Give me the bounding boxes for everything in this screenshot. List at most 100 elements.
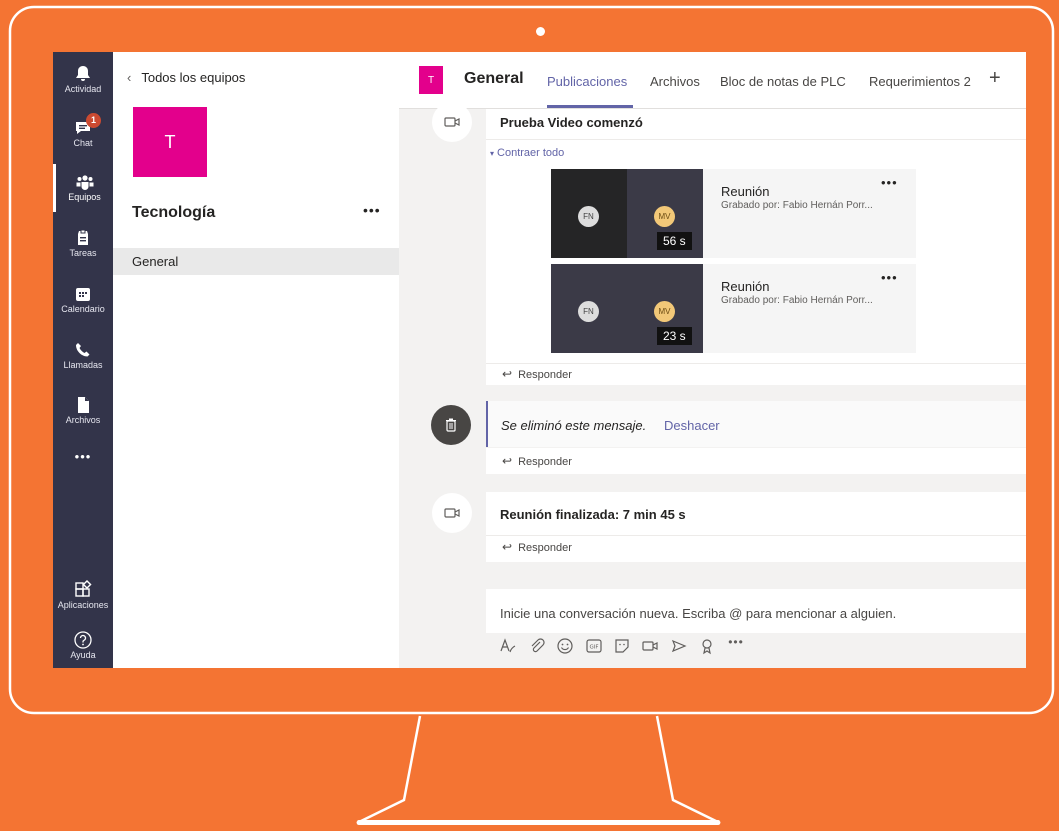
rail-item-archivos[interactable]: Archivos <box>53 387 113 435</box>
rail-label: Archivos <box>65 415 101 425</box>
avatar: FN <box>578 206 599 227</box>
trash-icon-badge <box>431 405 471 445</box>
duration-badge: 56 s <box>657 232 692 250</box>
tasks-icon <box>78 229 88 245</box>
channel-title: General <box>464 70 524 87</box>
rail-item-tareas[interactable]: Tareas <box>53 220 113 268</box>
rail-item-equipos[interactable]: Equipos <box>53 164 113 212</box>
video-camera-icon <box>444 508 460 518</box>
rail-label: Equipos <box>68 192 101 202</box>
chat-badge: 1 <box>86 113 101 128</box>
channel-item-general[interactable]: General <box>113 248 399 275</box>
reply-label: Responder <box>518 456 572 468</box>
gif-icon[interactable]: GIF <box>585 637 603 655</box>
caret-down-icon: ▾ <box>490 149 495 158</box>
trash-icon <box>446 418 456 432</box>
rail-item-chat[interactable]: 1 Chat <box>53 110 113 158</box>
deleted-message: Se eliminó este mensaje. Deshacer <box>486 401 1026 447</box>
team-panel: ‹ Todos los equipos T Tecnología ••• Gene… <box>113 52 399 668</box>
team-more-options-button[interactable]: ••• <box>363 202 381 218</box>
phone-icon <box>76 343 90 357</box>
more-icon: ••• <box>74 449 92 464</box>
reply-button[interactable]: ↩ Responder <box>502 540 572 554</box>
compose-box[interactable]: Inicie una conversación nueva. Escriba @… <box>486 589 1026 633</box>
attach-icon[interactable] <box>528 637 546 655</box>
recording-title: Reunión <box>721 279 770 294</box>
video-call-icon-badge <box>432 493 472 533</box>
rail-more-button[interactable]: ••• <box>53 445 113 475</box>
rail-label: Actividad <box>64 84 102 94</box>
reply-arrow-icon: ↩ <box>502 454 513 468</box>
add-tab-button[interactable]: + <box>989 67 1001 90</box>
teams-icon <box>76 175 93 190</box>
meet-now-icon[interactable] <box>641 637 659 655</box>
channel-header: T General Publicaciones Archivos Bloc de… <box>399 52 1026 109</box>
help-icon <box>74 631 92 649</box>
rail-label: Llamadas <box>63 360 103 370</box>
monitor-illustration: Actividad 1 Chat Equipos Tareas Calendar… <box>0 0 1059 831</box>
video-call-icon-badge <box>432 102 472 142</box>
bell-icon <box>76 66 90 81</box>
team-name: Tecnología <box>132 204 216 221</box>
reply-label: Responder <box>518 369 572 381</box>
rail-label: Ayuda <box>70 650 96 660</box>
rail-label: Calendario <box>61 304 105 314</box>
rail-item-aplicaciones[interactable]: Aplicaciones <box>53 572 113 620</box>
svg-text:GIF: GIF <box>589 645 598 651</box>
compose-more-button[interactable]: ••• <box>724 635 748 653</box>
reply-arrow-icon: ↩ <box>502 367 513 381</box>
undo-link[interactable]: Deshacer <box>664 418 720 433</box>
recording-card[interactable]: FN MV 56 s Reunión Grabado por: Fabio He… <box>551 169 916 258</box>
video-started-title: Prueba Video comenzó <box>500 115 643 130</box>
sticker-icon[interactable] <box>613 637 631 655</box>
reply-button[interactable]: ↩ Responder <box>502 367 572 381</box>
recording-card[interactable]: FN MV 23 s Reunión Grabado por: Fabio He… <box>551 264 916 353</box>
duration-badge: 23 s <box>657 327 692 345</box>
format-icon[interactable] <box>499 637 517 655</box>
collapse-label: Contraer todo <box>497 147 565 159</box>
recording-more-button[interactable]: ••• <box>881 175 898 190</box>
emoji-icon[interactable] <box>556 637 574 655</box>
rail-item-actividad[interactable]: Actividad <box>53 56 113 104</box>
send-icon[interactable] <box>670 637 688 655</box>
meeting-ended-title: Reunión finalizada: 7 min 45 s <box>500 507 686 522</box>
channel-avatar: T <box>419 66 443 94</box>
recording-title: Reunión <box>721 184 770 199</box>
collapse-all-link[interactable]: ▾ Contraer todo <box>490 147 564 159</box>
back-to-teams-link[interactable]: ‹ Todos los equipos <box>127 70 245 85</box>
recording-subtitle: Grabado por: Fabio Hernán Porr... <box>721 295 873 306</box>
rail-label: Aplicaciones <box>57 600 109 610</box>
calendar-icon <box>76 288 90 301</box>
divider <box>486 535 1026 536</box>
rail-item-ayuda[interactable]: Ayuda <box>53 622 113 668</box>
recording-more-button[interactable]: ••• <box>881 270 898 285</box>
divider <box>486 363 1026 364</box>
app-rail: Actividad 1 Chat Equipos Tareas Calendar… <box>53 52 113 668</box>
reply-label: Responder <box>518 542 572 554</box>
active-tab-indicator <box>547 105 633 108</box>
rail-label: Tareas <box>69 248 97 258</box>
teams-window: Actividad 1 Chat Equipos Tareas Calendar… <box>53 52 1026 668</box>
reply-arrow-icon: ↩ <box>502 540 513 554</box>
tab-publicaciones[interactable]: Publicaciones <box>547 74 627 89</box>
avatar: MV <box>654 206 675 227</box>
tab-requerimientos[interactable]: Requerimientos 2 <box>869 74 971 89</box>
tab-archivos[interactable]: Archivos <box>650 74 700 89</box>
avatar: MV <box>654 301 675 322</box>
back-label: Todos los equipos <box>141 70 246 85</box>
camera-dot <box>536 27 545 36</box>
rail-label: Chat <box>73 138 93 148</box>
video-camera-icon <box>444 117 460 127</box>
chevron-left-icon: ‹ <box>127 70 132 85</box>
tab-bloc-de-notas[interactable]: Bloc de notas de PLC <box>720 74 846 89</box>
deleted-message-text: Se eliminó este mensaje. <box>501 418 647 433</box>
praise-icon[interactable] <box>698 637 716 655</box>
team-avatar: T <box>133 107 207 177</box>
apps-icon <box>75 580 92 597</box>
rail-item-calendario[interactable]: Calendario <box>53 276 113 324</box>
recording-subtitle: Grabado por: Fabio Hernán Porr... <box>721 200 873 211</box>
rail-item-llamadas[interactable]: Llamadas <box>53 332 113 380</box>
avatar: FN <box>578 301 599 322</box>
reply-button[interactable]: ↩ Responder <box>502 454 572 468</box>
compose-placeholder: Inicie una conversación nueva. Escriba @… <box>500 606 897 621</box>
